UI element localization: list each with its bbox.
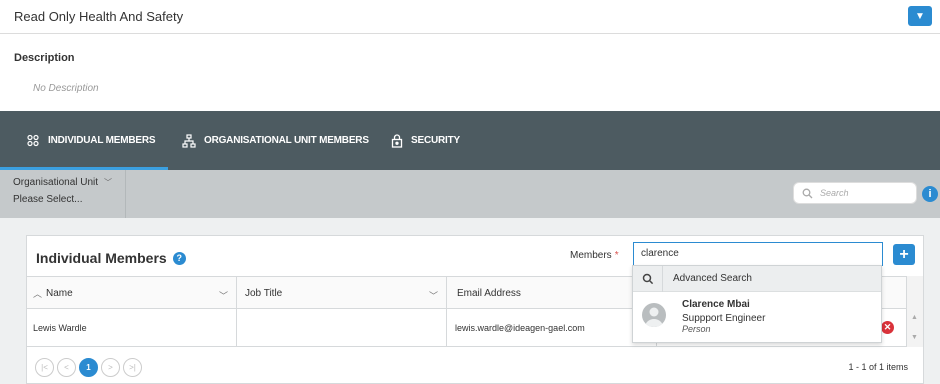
chevron-down-icon: ﹀ bbox=[104, 178, 113, 187]
column-header-email-label: Email Address bbox=[457, 287, 521, 299]
column-header-job-title[interactable]: Job Title ﹀ bbox=[237, 277, 447, 309]
last-page-button[interactable]: >| bbox=[123, 358, 142, 377]
column-header-name-label: Name bbox=[46, 287, 73, 299]
description-label: Description bbox=[14, 52, 75, 64]
add-member-button[interactable]: + bbox=[893, 244, 915, 265]
column-header-job-title-label: Job Title bbox=[245, 287, 283, 299]
cell-name: Lewis Wardle bbox=[27, 309, 237, 346]
members-input[interactable]: clarence bbox=[633, 242, 883, 266]
organisational-unit-select[interactable]: Organisational Unit ﹀ Please Select... bbox=[0, 170, 126, 218]
search-icon bbox=[642, 273, 653, 284]
result-type: Person bbox=[682, 324, 711, 334]
next-page-button[interactable]: > bbox=[101, 358, 120, 377]
tab-security-label: SECURITY bbox=[411, 135, 460, 146]
organisational-unit-value: Please Select... bbox=[13, 194, 83, 205]
tab-individual-members-label: INDIVIDUAL MEMBERS bbox=[48, 135, 156, 146]
previous-page-button[interactable]: < bbox=[57, 358, 76, 377]
scroll-up-icon[interactable]: ▲ bbox=[911, 314, 918, 321]
members-label: Members * bbox=[570, 250, 619, 261]
tab-organisational-unit-members-label: ORGANISATIONAL UNIT MEMBERS bbox=[204, 135, 369, 146]
search-icon bbox=[802, 188, 813, 198]
description-section: Description No Description bbox=[0, 35, 940, 111]
required-marker: * bbox=[614, 250, 619, 261]
advanced-search-label: Advanced Search bbox=[673, 273, 752, 284]
result-name: Clarence Mbai bbox=[682, 299, 750, 310]
search-placeholder: Search bbox=[820, 188, 849, 198]
panel-title: Individual Members ? bbox=[36, 250, 186, 266]
org-unit-icon bbox=[182, 133, 196, 148]
column-header-name[interactable]: ︿ Name ﹀ bbox=[27, 277, 237, 309]
top-bar: Read Only Health And Safety ▼ bbox=[0, 0, 940, 34]
members-label-text: Members bbox=[570, 250, 612, 261]
sort-asc-icon: ︿ bbox=[33, 288, 43, 299]
filter-bar: Organisational Unit ﹀ Please Select... S… bbox=[0, 170, 940, 218]
page-title: Read Only Health And Safety bbox=[14, 9, 184, 24]
advanced-search-option[interactable]: Advanced Search bbox=[633, 265, 881, 292]
scroll-down-icon[interactable]: ▼ bbox=[911, 334, 918, 341]
chevron-down-icon: ﹀ bbox=[218, 291, 228, 301]
column-header-email[interactable]: Email Address bbox=[447, 277, 657, 309]
tab-security[interactable]: SECURITY bbox=[391, 111, 460, 170]
chevron-down-icon: ﹀ bbox=[428, 291, 438, 301]
current-page-button[interactable]: 1 bbox=[79, 358, 98, 377]
avatar bbox=[642, 303, 666, 327]
autocomplete-result-item[interactable]: Clarence Mbai Suppport Engineer Person bbox=[633, 293, 881, 342]
pagination-count: 1 - 1 of 1 items bbox=[848, 362, 908, 372]
tab-organisational-unit-members[interactable]: ORGANISATIONAL UNIT MEMBERS bbox=[182, 111, 369, 170]
caret-down-icon: ▼ bbox=[915, 10, 925, 22]
cell-email: lewis.wardle@ideagen-gael.com bbox=[447, 309, 657, 346]
info-icon[interactable]: i bbox=[922, 186, 938, 202]
individual-members-icon bbox=[27, 134, 39, 146]
panel-title-text: Individual Members bbox=[36, 250, 167, 266]
members-autocomplete-dropdown: Advanced Search Clarence Mbai Suppport E… bbox=[632, 265, 882, 343]
table-scrollbar[interactable]: ▲ ▼ bbox=[906, 276, 923, 347]
tab-bar: INDIVIDUAL MEMBERS ORGANISATIONAL UNIT M… bbox=[0, 111, 940, 170]
search-input[interactable]: Search bbox=[793, 182, 917, 204]
person-icon bbox=[645, 307, 663, 327]
cell-job-title bbox=[237, 309, 447, 346]
pagination: |< < 1 > >| bbox=[35, 358, 142, 377]
tab-individual-members[interactable]: INDIVIDUAL MEMBERS bbox=[0, 111, 168, 170]
organisational-unit-label: Organisational Unit bbox=[13, 177, 99, 188]
lock-icon bbox=[391, 133, 403, 148]
delete-icon[interactable]: ✕ bbox=[881, 321, 894, 334]
menu-dropdown-button[interactable]: ▼ bbox=[908, 6, 932, 26]
plus-icon: + bbox=[899, 245, 909, 263]
result-role: Suppport Engineer bbox=[682, 313, 766, 324]
first-page-button[interactable]: |< bbox=[35, 358, 54, 377]
description-value: No Description bbox=[33, 83, 99, 94]
help-icon[interactable]: ? bbox=[172, 251, 186, 265]
